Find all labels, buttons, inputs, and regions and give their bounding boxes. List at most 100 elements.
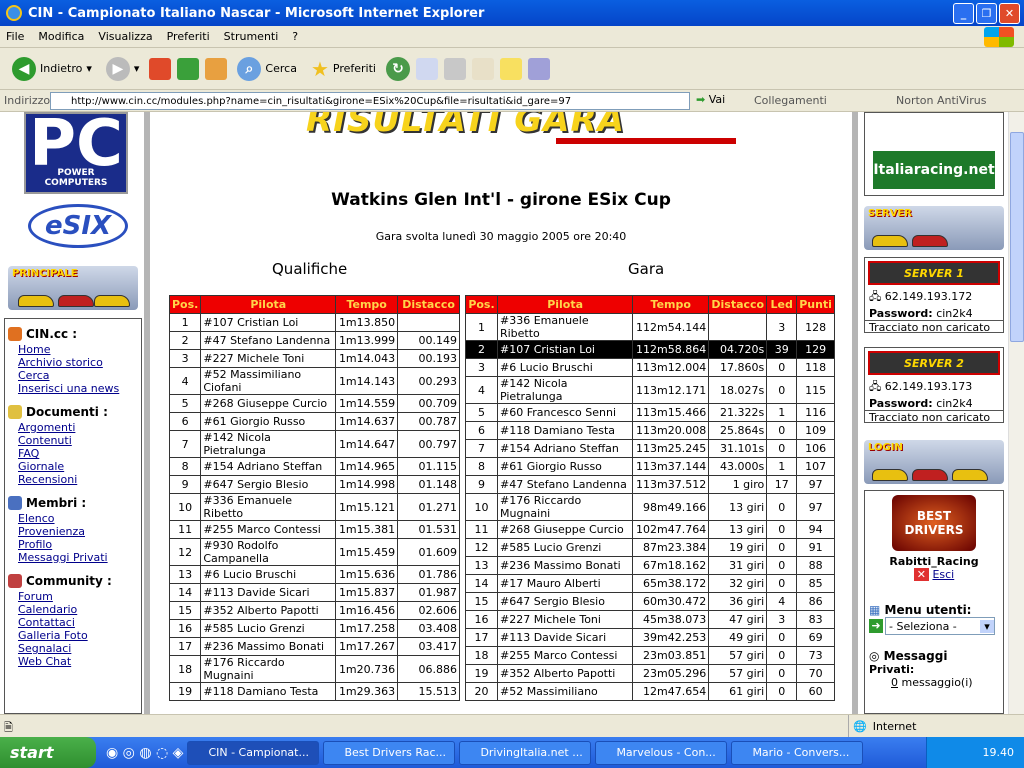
refresh-icon[interactable]	[177, 57, 200, 80]
col-punti: Punti	[796, 295, 835, 314]
table-cell: #6 Lucio Bruschi	[496, 358, 634, 377]
print-icon[interactable]	[443, 57, 466, 80]
server-label: SERVER	[868, 208, 913, 219]
table-cell: 15.513	[397, 682, 460, 701]
table-row: 18 #255 Marco Contessi 23m03.851 57 giri 0 73	[465, 646, 835, 665]
user-menu-select[interactable]: - Seleziona - ▾	[885, 617, 995, 635]
table-cell: 94	[796, 520, 835, 539]
nav-link-home[interactable]: Home	[8, 343, 138, 356]
start-button[interactable]: start	[0, 737, 96, 768]
nav-link-argomenti[interactable]: Argomenti	[8, 421, 138, 434]
table-row: 19 #352 Alberto Papotti 23m05.296 57 giri 0 7…	[465, 664, 835, 683]
menu-file[interactable]: File	[6, 30, 24, 43]
nav-section-title: Community :	[26, 574, 112, 588]
task-cin[interactable]: CIN - Campionat...	[187, 740, 320, 765]
quicklaunch-icons[interactable]: ◉ ◎ ◍ ◌ ◈	[106, 745, 183, 761]
nav-link-contattaci[interactable]: Contattaci	[8, 616, 138, 629]
minimize-button[interactable]: _	[953, 3, 974, 24]
links-button[interactable]: Collegamenti	[754, 94, 827, 107]
menu-help[interactable]: ?	[292, 30, 298, 43]
mail-icon[interactable]	[415, 57, 438, 80]
col-pos: Pos.	[168, 295, 202, 314]
home-icon[interactable]	[205, 57, 228, 80]
col-tempo: Tempo	[335, 295, 399, 314]
table-cell: 17.860s	[708, 358, 768, 377]
table-cell: #154 Adriano Steffan	[200, 457, 337, 476]
italiaracing-link[interactable]: Italiaracing.net	[873, 151, 995, 189]
address-input[interactable]: http://www.cin.cc/modules.php?name=cin_r…	[50, 92, 690, 110]
table-cell: #236 Massimo Bonati	[200, 637, 337, 656]
history-icon[interactable]: ↻	[385, 56, 410, 81]
table-cell: 43.000s	[708, 457, 768, 476]
task-marvelous[interactable]: Marvelous - Con...	[595, 740, 728, 765]
table-cell: 13 giri	[708, 520, 768, 539]
table-row: 3 #6 Lucio Bruschi 113m12.004 17.860s 0 118	[465, 358, 835, 377]
nav-link-galleria[interactable]: Galleria Foto	[8, 629, 138, 642]
table-cell: 113m12.171	[632, 376, 710, 404]
nav-link-inserisci[interactable]: Inserisci una news	[8, 382, 138, 395]
messenger-icon[interactable]	[527, 57, 550, 80]
table-cell: 00.797	[397, 430, 460, 458]
nav-link-elenco[interactable]: Elenco	[8, 512, 138, 525]
table-cell: 61 giri	[708, 682, 768, 701]
vertical-scrollbar[interactable]	[1008, 112, 1024, 714]
edit-icon[interactable]	[471, 57, 494, 80]
favorites-button[interactable]: ★ Preferiti	[307, 55, 380, 83]
menu-preferiti[interactable]: Preferiti	[167, 30, 210, 43]
stop-icon[interactable]	[149, 57, 172, 80]
nav-link-cerca[interactable]: Cerca	[8, 369, 138, 382]
chevron-down-icon: ▾	[980, 619, 994, 633]
forward-arrow-icon: ▶	[105, 56, 130, 81]
nav-link-forum[interactable]: Forum	[8, 590, 138, 603]
menu-strumenti[interactable]: Strumenti	[224, 30, 279, 43]
nav-link-calendario[interactable]: Calendario	[8, 603, 138, 616]
gara-table: Pos. Pilota Tempo Distacco Led Punti 1 #3…	[465, 295, 835, 701]
go-button[interactable]: ➡ Vai	[696, 93, 725, 106]
scroll-thumb[interactable]	[1010, 132, 1024, 342]
pc-logo[interactable]: PC POWER COMPUTERS	[24, 112, 128, 194]
car-icon	[872, 235, 908, 247]
search-button[interactable]: ⌕ Cerca	[233, 55, 301, 83]
task-mario[interactable]: Mario - Convers...	[731, 740, 864, 765]
nav-link-messaggi[interactable]: Messaggi Privati	[8, 551, 138, 564]
table-cell: #268 Giuseppe Curcio	[496, 520, 634, 539]
nav-link-faq[interactable]: FAQ	[8, 447, 138, 460]
table-row: 12 #585 Lucio Grenzi 87m23.384 19 giri 0 91	[465, 538, 835, 557]
table-cell: 3	[168, 349, 202, 368]
table-cell: 1m17.267	[335, 637, 399, 656]
nav-link-contenuti[interactable]: Contenuti	[8, 434, 138, 447]
go-arrow-icon[interactable]: ➜	[869, 619, 883, 633]
server1-track: Tracciato non caricato	[865, 320, 1003, 334]
best-drivers-logo[interactable]: BEST DRIVERS	[892, 495, 976, 551]
table-cell: #336 Emanuele Ribetto	[496, 313, 634, 341]
esix-logo[interactable]: eSIX	[28, 204, 128, 248]
zone-indicator: 🌐 Internet	[848, 715, 916, 737]
gara-title: Gara	[628, 260, 665, 278]
table-cell: 116	[796, 403, 835, 422]
principale-banner[interactable]: PRINCIPALE	[8, 266, 138, 310]
nav-link-provenienza[interactable]: Provenienza	[8, 525, 138, 538]
menu-visualizza[interactable]: Visualizza	[98, 30, 152, 43]
norton-button[interactable]: Norton AntiVirus	[896, 94, 986, 107]
nav-link-giornale[interactable]: Giornale	[8, 460, 138, 473]
table-cell: 17	[168, 637, 202, 656]
nav-link-profilo[interactable]: Profilo	[8, 538, 138, 551]
table-cell: 18.027s	[708, 376, 768, 404]
table-cell: 1m16.456	[335, 601, 399, 620]
back-button[interactable]: ◀ Indietro ▾	[8, 55, 96, 83]
nav-link-recensioni[interactable]: Recensioni	[8, 473, 138, 486]
col-pos: Pos.	[465, 295, 498, 314]
note-icon[interactable]	[499, 57, 522, 80]
maximize-button[interactable]: ❐	[976, 3, 997, 24]
menu-modifica[interactable]: Modifica	[38, 30, 84, 43]
close-button[interactable]: ✕	[999, 3, 1020, 24]
nav-link-webchat[interactable]: Web Chat	[8, 655, 138, 668]
logout-link[interactable]: Esci	[932, 568, 954, 581]
message-count[interactable]: 0	[891, 676, 898, 689]
task-best-drivers[interactable]: Best Drivers Rac...	[323, 740, 456, 765]
nav-link-segnalaci[interactable]: Segnalaci	[8, 642, 138, 655]
table-cell: #227 Michele Toni	[200, 349, 337, 368]
forward-button[interactable]: ▶ ▾	[102, 55, 144, 83]
nav-link-archivio[interactable]: Archivio storico	[8, 356, 138, 369]
task-drivingitalia[interactable]: DrivingItalia.net ...	[459, 740, 592, 765]
